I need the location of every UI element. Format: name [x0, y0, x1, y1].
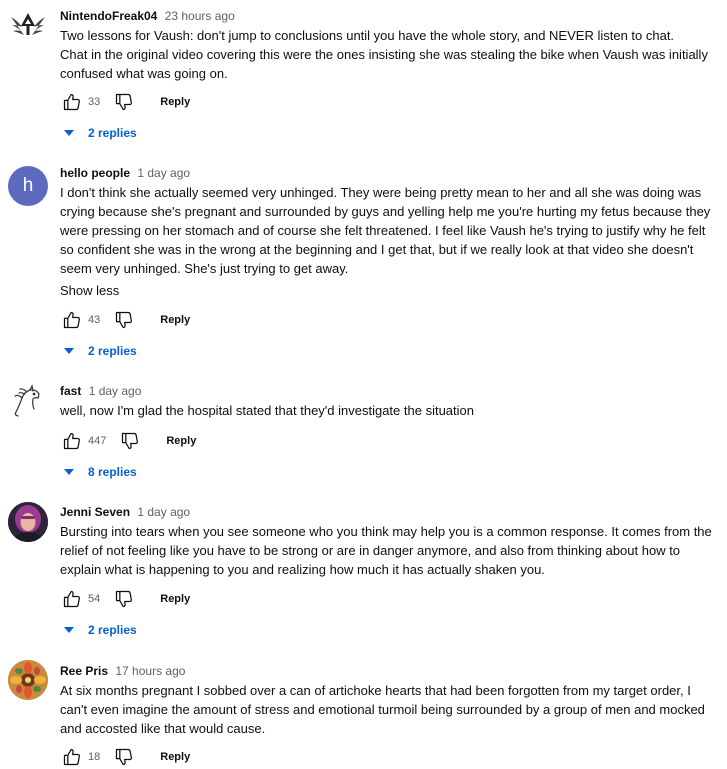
reply-button[interactable]: Reply	[160, 593, 190, 605]
comment-actions: 33 Reply	[60, 90, 190, 114]
comment-meta: hello people 1 day ago	[60, 164, 719, 182]
thumbs-up-icon[interactable]	[60, 308, 84, 332]
replies-label: 2 replies	[88, 126, 137, 140]
view-replies-button[interactable]: 2 replies	[64, 340, 137, 362]
timestamp[interactable]: 1 day ago	[137, 166, 190, 180]
like-count: 43	[88, 314, 101, 326]
timestamp[interactable]: 1 day ago	[137, 505, 190, 519]
avatar[interactable]: h	[8, 166, 48, 206]
timestamp[interactable]: 23 hours ago	[165, 9, 235, 23]
like-count: 18	[88, 751, 101, 763]
horse-head-sketch-icon[interactable]	[8, 382, 48, 422]
comment-text: Two lessons for Vaush: don't jump to con…	[60, 28, 708, 81]
comment-text: I don't think she actually seemed very u…	[60, 185, 711, 276]
replies-label: 2 replies	[88, 344, 137, 358]
comment-meta: NintendoFreak04 23 hours ago	[60, 7, 719, 25]
caret-down-icon	[64, 627, 74, 633]
reply-button[interactable]: Reply	[166, 435, 196, 447]
view-replies-button[interactable]: 8 replies	[64, 461, 137, 483]
timestamp[interactable]: 17 hours ago	[115, 664, 185, 678]
caret-down-icon	[64, 348, 74, 354]
show-less-button[interactable]: Show less	[60, 281, 719, 300]
view-replies-button[interactable]: 2 replies	[64, 122, 137, 144]
avatar-letter: h	[22, 175, 34, 196]
like-count: 447	[88, 435, 107, 447]
thumbs-up-icon[interactable]	[60, 90, 84, 114]
author-name[interactable]: Jenni Seven	[60, 505, 130, 519]
comment-text: Bursting into tears when you see someone…	[60, 524, 712, 577]
comment-meta: Ree Pris 17 hours ago	[60, 662, 719, 680]
thumbs-down-icon[interactable]	[112, 745, 136, 769]
author-name[interactable]: fast	[60, 384, 81, 398]
comment-text: well, now I'm glad the hospital stated t…	[60, 403, 474, 418]
comment-text: At six months pregnant I sobbed over a c…	[60, 683, 705, 736]
comment-actions: 43 Reply	[60, 308, 190, 332]
comment-meta: Jenni Seven 1 day ago	[60, 503, 719, 521]
triforce-crest-icon[interactable]	[8, 5, 48, 45]
thumbs-down-icon[interactable]	[118, 429, 142, 453]
replies-label: 8 replies	[88, 465, 137, 479]
thumbs-up-icon[interactable]	[60, 587, 84, 611]
thumbs-up-icon[interactable]	[60, 745, 84, 769]
replies-label: 2 replies	[88, 623, 137, 637]
author-name[interactable]: hello people	[60, 166, 130, 180]
thumbs-down-icon[interactable]	[112, 308, 136, 332]
comment-meta: fast 1 day ago	[60, 382, 719, 400]
comment-actions: 18 Reply	[60, 745, 190, 769]
author-name[interactable]: NintendoFreak04	[60, 9, 157, 23]
comment-actions: 54 Reply	[60, 587, 190, 611]
thumbs-down-icon[interactable]	[112, 587, 136, 611]
profile-photo-icon[interactable]	[8, 502, 48, 542]
reply-button[interactable]: Reply	[160, 96, 190, 108]
timestamp[interactable]: 1 day ago	[89, 384, 142, 398]
like-count: 54	[88, 593, 101, 605]
caret-down-icon	[64, 130, 74, 136]
author-name[interactable]: Ree Pris	[60, 664, 108, 678]
thumbs-up-icon[interactable]	[60, 429, 84, 453]
like-count: 33	[88, 96, 101, 108]
caret-down-icon	[64, 469, 74, 475]
thumbs-down-icon[interactable]	[112, 90, 136, 114]
flower-artwork-icon[interactable]	[8, 660, 48, 700]
reply-button[interactable]: Reply	[160, 751, 190, 763]
reply-button[interactable]: Reply	[160, 314, 190, 326]
view-replies-button[interactable]: 2 replies	[64, 619, 137, 641]
comment-actions: 447 Reply	[60, 429, 196, 453]
